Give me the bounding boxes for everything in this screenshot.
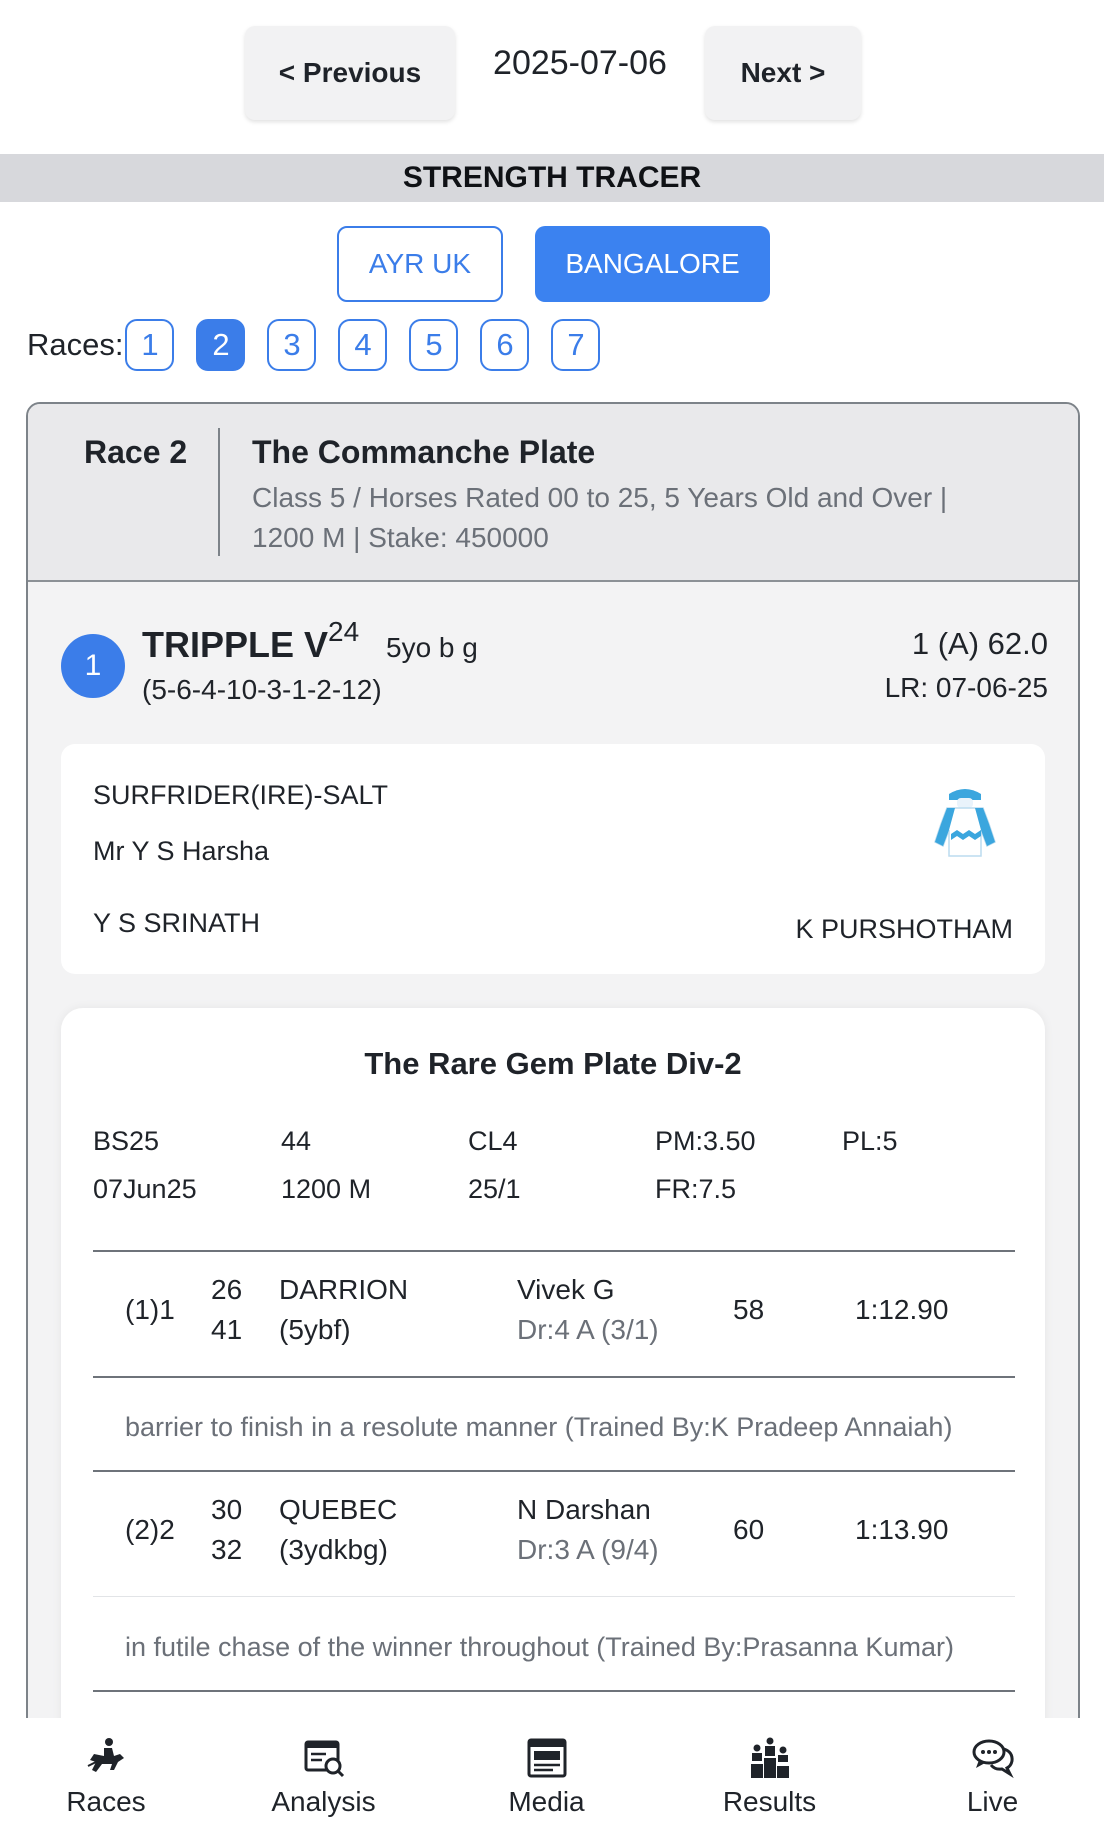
meta-fr: FR:7.5 <box>655 1174 737 1204</box>
tab-analysis[interactable]: Analysis <box>212 1718 435 1828</box>
analysis-icon <box>304 1740 344 1778</box>
jockey: K PURSHOTHAM <box>795 914 1013 944</box>
race-title: The Commanche Plate <box>252 434 596 470</box>
meta-date: 07Jun25 <box>93 1174 197 1204</box>
divider <box>93 1250 1015 1252</box>
race-button-3[interactable]: 3 <box>267 319 317 371</box>
meta-pm: PM:3.50 <box>655 1126 756 1156</box>
meta-track: BS25 <box>93 1126 160 1156</box>
result-time: 1:13.90 <box>855 1514 949 1545</box>
divider <box>93 1376 1015 1378</box>
meta-placing: PL:5 <box>842 1126 898 1156</box>
date-navigation: < Previous 2025-07-06 Next > <box>0 0 1104 154</box>
tab-label: Analysis <box>271 1786 376 1817</box>
venue-button-bangalore[interactable]: BANGALORE <box>535 226 770 302</box>
owner: Mr Y S Harsha <box>93 836 270 866</box>
result-number-top: 26 <box>211 1274 243 1305</box>
result-comment: barrier to finish in a resolute manner (… <box>125 1412 953 1442</box>
result-horse-info: (3ydkbg) <box>279 1534 388 1565</box>
tab-label: Races <box>66 1786 146 1817</box>
race-button-6[interactable]: 6 <box>480 319 530 371</box>
horse-number-badge: 1 <box>61 634 125 698</box>
horse-form: (5-6-4-10-3-1-2-12) <box>142 674 382 705</box>
result-weight: 60 <box>733 1514 765 1545</box>
meta-field-size: 44 <box>281 1126 312 1156</box>
result-draw: Dr:4 A (3/1) <box>517 1314 659 1345</box>
result-number-bottom: 41 <box>211 1314 243 1345</box>
current-date: 2025-07-06 <box>493 44 667 82</box>
result-number-top: 30 <box>211 1494 243 1525</box>
race-description-line-2: 1200 M | Stake: 450000 <box>252 522 549 553</box>
race-button-7[interactable]: 7 <box>551 319 601 371</box>
result-horse: QUEBEC <box>279 1494 398 1525</box>
meta-distance: 1200 M <box>281 1174 372 1204</box>
venue-button-ayr-uk[interactable]: AYR UK <box>337 226 503 302</box>
divider <box>93 1470 1015 1472</box>
previous-button[interactable]: < Previous <box>245 26 455 120</box>
header-divider <box>218 428 220 556</box>
race-button-1[interactable]: 1 <box>125 319 175 371</box>
result-time: 1:12.90 <box>855 1294 949 1325</box>
horse-age: 5yo b g <box>386 632 478 663</box>
horse-entry[interactable]: 1 TRIPPLE V 24 5yo b g (5-6-4-10-3-1-2-1… <box>28 584 1078 1828</box>
media-icon <box>527 1738 566 1778</box>
next-button[interactable]: Next > <box>705 26 861 120</box>
previous-race-box: The Rare Gem Plate Div-2 BS25 44 CL4 PM:… <box>61 1008 1045 1828</box>
result-position: (1)1 <box>125 1294 175 1325</box>
tab-label: Media <box>508 1786 585 1817</box>
tab-media[interactable]: Media <box>435 1718 658 1828</box>
horse-info-box: SURFRIDER(IRE)-SALT Mr Y S Harsha Y S SR… <box>61 744 1045 974</box>
podium-icon <box>750 1737 789 1778</box>
result-comment: in futile chase of the winner throughout… <box>125 1632 954 1662</box>
result-number-bottom: 32 <box>211 1534 243 1565</box>
race-selector: Races: 1 2 3 4 5 6 7 <box>27 318 601 372</box>
tab-label: Live <box>966 1786 1019 1817</box>
jockey-silks-icon <box>934 789 996 857</box>
race-card: Race 2 The Commanche Plate Class 5 / Hor… <box>26 402 1080 1828</box>
tab-live[interactable]: Live <box>881 1718 1104 1828</box>
result-draw: Dr:3 A (9/4) <box>517 1534 659 1565</box>
previous-race-title: The Rare Gem Plate Div-2 <box>364 1046 742 1081</box>
result-horse: DARRION <box>279 1274 409 1305</box>
race-number: Race 2 <box>84 434 188 470</box>
divider <box>93 1596 1015 1597</box>
tab-label: Results <box>722 1786 817 1817</box>
race-button-5[interactable]: 5 <box>409 319 459 371</box>
race-header: Race 2 The Commanche Plate Class 5 / Hor… <box>28 404 1078 582</box>
pedigree: SURFRIDER(IRE)-SALT <box>93 780 389 810</box>
horse-rating: 1 (A) 62.0 <box>911 626 1048 661</box>
chat-icon <box>972 1739 1014 1779</box>
horse-racing-icon <box>87 1738 124 1772</box>
horse-last-run: LR: 07-06-25 <box>884 672 1048 703</box>
races-label: Races: <box>27 327 124 362</box>
meta-odds: 25/1 <box>468 1174 521 1204</box>
divider <box>93 1690 1015 1692</box>
bottom-navigation: Races Analysis Media Results Live <box>0 1718 1104 1828</box>
result-position: (2)2 <box>125 1514 175 1545</box>
race-button-2[interactable]: 2 <box>196 319 246 371</box>
result-weight: 58 <box>733 1294 765 1325</box>
tab-races[interactable]: Races <box>0 1718 212 1828</box>
trainer: Y S SRINATH <box>93 908 261 938</box>
meta-class: CL4 <box>468 1126 518 1156</box>
race-description-line-1: Class 5 / Horses Rated 00 to 25, 5 Years… <box>252 482 948 513</box>
result-jockey: N Darshan <box>517 1494 651 1525</box>
horse-name: TRIPPLE V <box>142 624 329 665</box>
result-jockey: Vivek G <box>517 1274 615 1305</box>
horse-superscript: 24 <box>328 616 360 647</box>
result-horse-info: (5ybf) <box>279 1314 351 1345</box>
race-description: Class 5 / Horses Rated 00 to 25, 5 Years… <box>252 478 1012 558</box>
race-button-4[interactable]: 4 <box>338 319 388 371</box>
section-title: STRENGTH TRACER <box>0 154 1104 202</box>
tab-results[interactable]: Results <box>658 1718 881 1828</box>
